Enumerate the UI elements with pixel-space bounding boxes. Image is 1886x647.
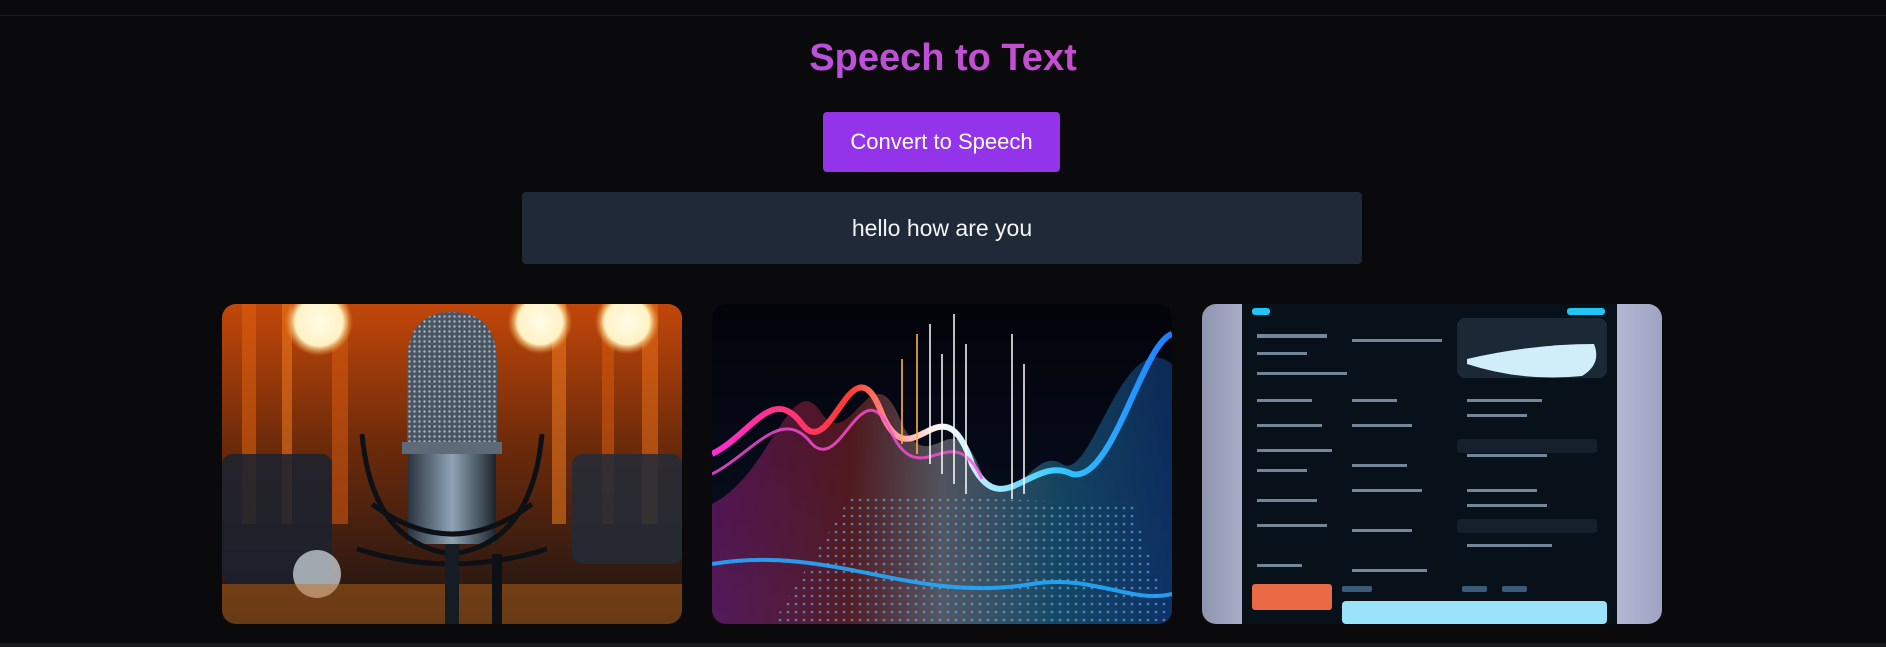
convert-to-speech-button[interactable]: Convert to Speech [823,112,1060,172]
bottom-divider [0,643,1886,647]
transcription-text: hello how are you [851,214,1033,241]
sound-wave-graphic [712,304,1172,624]
microphone-image [222,304,682,624]
top-bar [0,0,1886,16]
dashboard-tablet-image [1202,304,1662,624]
dashboard-mockup-graphic [1202,304,1662,624]
page-title: Speech to Text [0,34,1886,82]
studio-microphone-image [222,304,682,624]
sound-wave-image [712,304,1172,624]
transcription-output: hello how are you [522,192,1362,264]
